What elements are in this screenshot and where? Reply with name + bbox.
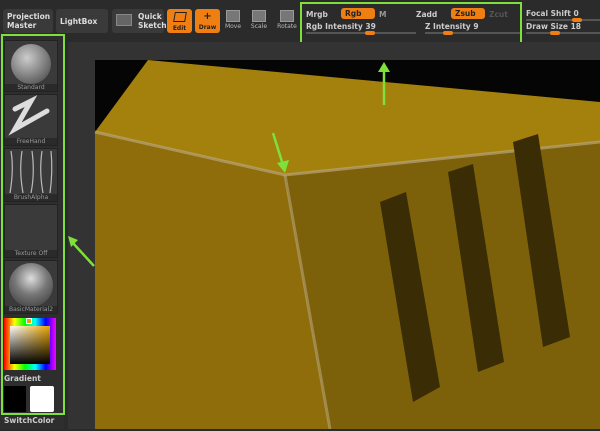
arrow-down-icon — [271, 132, 285, 166]
arrow-left-icon — [71, 241, 95, 267]
annotation-arrows — [68, 62, 390, 267]
